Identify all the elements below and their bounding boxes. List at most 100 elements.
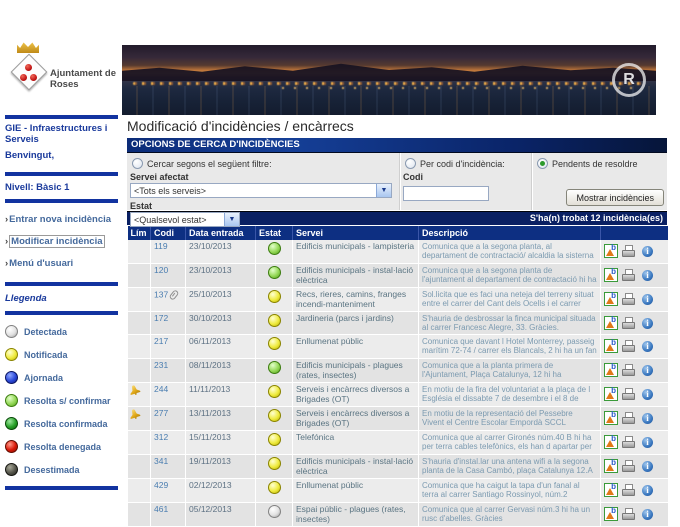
codi-radio-label: Per codi d'incidència: [420, 159, 505, 169]
descripcio-cell: En motiu de la representació del Pessebr… [419, 407, 601, 431]
app-logo: Ajuntament de Roses [6, 40, 120, 112]
descripcio-cell: Comunica que al carrer Gervasi núm.3 hi … [419, 503, 601, 527]
logo-text: Ajuntament de Roses [50, 68, 120, 90]
incident-code-link[interactable]: 217 [154, 336, 168, 346]
incident-code-link[interactable]: 120 [154, 265, 168, 275]
servei-label: Servei afectat [130, 172, 396, 182]
print-icon[interactable] [622, 340, 635, 352]
edit-incident-icon[interactable] [604, 316, 618, 330]
edit-incident-icon[interactable] [604, 435, 618, 449]
date-cell: 05/12/2013 [186, 503, 256, 527]
incident-code-link[interactable]: 244 [154, 384, 168, 394]
print-icon[interactable] [622, 364, 635, 376]
legend-item: Detectada [5, 325, 118, 338]
divider [5, 282, 118, 286]
date-cell: 15/11/2013 [186, 431, 256, 455]
edit-incident-icon[interactable] [604, 459, 618, 473]
lim-cell [128, 288, 151, 312]
print-icon[interactable] [622, 412, 635, 424]
codi-cell: 231 [151, 359, 186, 383]
edit-incident-icon[interactable] [604, 339, 618, 353]
descripcio-text: Comunica que a la segona planta de l'aju… [422, 266, 597, 285]
print-icon[interactable] [622, 388, 635, 400]
print-icon[interactable] [622, 293, 635, 305]
incident-code-link[interactable]: 277 [154, 408, 168, 418]
incident-code-link[interactable]: 312 [154, 432, 168, 442]
info-icon[interactable] [642, 318, 653, 329]
info-icon[interactable] [642, 294, 653, 305]
codi-radio[interactable] [405, 158, 416, 169]
mostrar-incidencies-button[interactable]: Mostrar incidències [566, 189, 664, 206]
info-icon[interactable] [642, 270, 653, 281]
date-cell: 30/10/2013 [186, 312, 256, 335]
servei-select-value: <Tots els serveis> [134, 186, 206, 196]
col-header-descripcio: Descripció [419, 226, 601, 240]
incident-code-link[interactable]: 341 [154, 456, 168, 466]
pendents-radio[interactable] [537, 158, 548, 169]
date-cell: 02/12/2013 [186, 479, 256, 503]
pendents-radio-label: Pendents de resoldre [552, 159, 638, 169]
edit-incident-icon[interactable] [604, 387, 618, 401]
codi-input[interactable] [403, 186, 489, 201]
print-icon[interactable] [622, 317, 635, 329]
info-icon[interactable] [642, 341, 653, 352]
info-icon[interactable] [642, 437, 653, 448]
table-row: 13725/10/2013Recs, rieres, camins, frang… [128, 288, 668, 312]
estat-cell [256, 335, 293, 359]
print-icon[interactable] [622, 245, 635, 257]
status-legend: DetectadaNotificadaAjornadaResolta s/ co… [5, 325, 118, 476]
date-cell: 23/10/2013 [186, 264, 256, 288]
print-icon[interactable] [622, 508, 635, 520]
registered-watermark: R [612, 63, 646, 97]
info-icon[interactable] [642, 485, 653, 496]
table-header-row: Lím Codi Data entrada Estat Servei Descr… [128, 226, 668, 240]
sidebar-item-men-d-usuari[interactable]: ›Menú d'usuari [5, 258, 118, 269]
edit-incident-icon[interactable] [604, 292, 618, 306]
sidebar-item-modificar-incid-ncia[interactable]: ›Modificar incidència [5, 236, 118, 247]
edit-incident-icon[interactable] [604, 507, 618, 521]
status-ball-icon [5, 463, 18, 476]
incident-code-link[interactable]: 461 [154, 504, 168, 514]
estat-select[interactable]: <Qualsevol estat> ▼ [130, 212, 240, 227]
estat-cell [256, 359, 293, 383]
servei-text: Recs, rieres, camins, franges incendi-ma… [296, 290, 415, 309]
legend-label: Resolta confirmada [24, 419, 108, 429]
edit-incident-icon[interactable] [604, 483, 618, 497]
info-icon[interactable] [642, 389, 653, 400]
info-icon[interactable] [642, 461, 653, 472]
incident-code-link[interactable]: 137 [154, 289, 168, 299]
incident-code-link[interactable]: 231 [154, 360, 168, 370]
print-icon[interactable] [622, 484, 635, 496]
descripcio-text: Comunica que al carrer Gironés núm.40 B … [422, 433, 597, 452]
info-icon[interactable] [642, 413, 653, 424]
info-icon[interactable] [642, 509, 653, 520]
actions-cell [601, 312, 668, 335]
codi-cell: 120 [151, 264, 186, 288]
edit-incident-icon[interactable] [604, 411, 618, 425]
edit-incident-icon[interactable] [604, 268, 618, 282]
page-title: Modificació d'incidències / encàrrecs [127, 118, 667, 134]
info-icon[interactable] [642, 246, 653, 257]
table-row: 27713/11/2013Serveis i encàrrecs diverso… [128, 407, 668, 431]
edit-incident-icon[interactable] [604, 244, 618, 258]
sidebar-item-entrar-nova-incid-ncia[interactable]: ›Entrar nova incidència [5, 214, 118, 225]
edit-incident-icon[interactable] [604, 363, 618, 377]
servei-select[interactable]: <Tots els serveis> ▼ [130, 183, 392, 198]
legend-label: Notificada [24, 350, 68, 360]
print-icon[interactable] [622, 436, 635, 448]
col-header-actions [601, 226, 668, 240]
print-icon[interactable] [622, 460, 635, 472]
chevron-down-icon[interactable]: ▼ [376, 184, 391, 197]
actions-cell [601, 335, 668, 359]
incident-code-link[interactable]: 119 [154, 241, 168, 251]
servei-text: Edificis municipals - instal·lació elèct… [296, 457, 415, 476]
info-icon[interactable] [642, 365, 653, 376]
codi-cell: 429 [151, 479, 186, 503]
estat-cell [256, 431, 293, 455]
incident-code-link[interactable]: 429 [154, 480, 168, 490]
print-icon[interactable] [622, 269, 635, 281]
filter-radio[interactable] [132, 158, 143, 169]
incident-code-link[interactable]: 172 [154, 313, 168, 323]
chevron-down-icon[interactable]: ▼ [224, 213, 239, 226]
sidebar-item-label: Entrar nova incidència [9, 214, 111, 225]
